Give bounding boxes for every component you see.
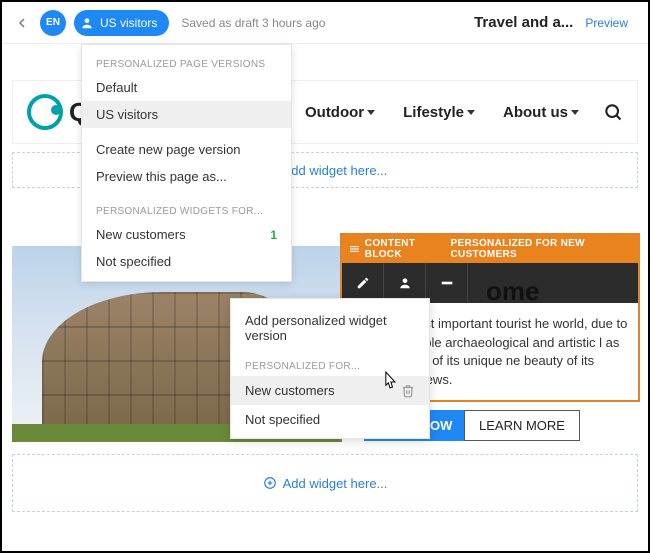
chevron-down-icon [467, 110, 475, 115]
audience-option[interactable]: Not specified [231, 405, 429, 434]
widget-badge: CONTENT BLOCK PERSONALIZED FOR NEW CUSTO… [342, 235, 638, 263]
page-title: Travel and a... [474, 14, 573, 31]
preview-page-as[interactable]: Preview this page as... [82, 163, 291, 190]
site-logo-icon [27, 94, 63, 130]
widget-audience-item[interactable]: Not specified [82, 248, 291, 275]
hamburger-icon [350, 244, 359, 254]
personalize-dropdown: Add personalized widget version PERSONAL… [230, 298, 430, 439]
add-widget-zone[interactable]: Add widget here... [12, 454, 638, 512]
chevron-down-icon [367, 110, 375, 115]
nav-link-aboutus[interactable]: About us [503, 104, 579, 121]
pencil-icon [356, 276, 370, 290]
nav-link-outdoor[interactable]: Outdoor [305, 104, 375, 121]
audience-selector[interactable]: US visitors [74, 10, 169, 36]
trash-icon[interactable] [401, 384, 415, 398]
audience-dropdown: PERSONALIZED PAGE VERSIONS Default US vi… [81, 44, 292, 282]
page-version-item[interactable]: Default [82, 74, 291, 101]
learn-more-button[interactable]: LEARN MORE [464, 410, 580, 441]
user-icon [398, 276, 412, 290]
preview-link[interactable]: Preview [585, 16, 628, 30]
search-icon[interactable] [603, 102, 623, 122]
audience-label: US visitors [100, 16, 157, 30]
more-button[interactable] [426, 263, 468, 303]
page-version-item[interactable]: US visitors [82, 101, 291, 128]
personalize-button[interactable] [384, 263, 426, 303]
edit-button[interactable] [342, 263, 384, 303]
dropdown-section-header: PERSONALIZED WIDGETS FOR... [82, 198, 291, 221]
back-chevron-icon[interactable] [12, 13, 32, 33]
create-page-version[interactable]: Create new page version [82, 136, 291, 163]
draft-status: Saved as draft 3 hours ago [181, 16, 325, 30]
editor-topbar: EN US visitors Saved as draft 3 hours ag… [2, 2, 648, 44]
language-badge[interactable]: EN [40, 10, 66, 36]
plus-circle-icon [263, 476, 277, 490]
nav-link-lifestyle[interactable]: Lifestyle [403, 104, 475, 121]
widget-audience-item[interactable]: New customers 1 [82, 221, 291, 248]
content-title: ome [486, 273, 628, 311]
chevron-down-icon [571, 110, 579, 115]
user-icon [80, 16, 94, 30]
dropdown-section-header: PERSONALIZED PAGE VERSIONS [82, 51, 291, 74]
add-widget-version[interactable]: Add personalized widget version [231, 303, 429, 353]
minus-icon [439, 281, 455, 285]
mouse-cursor-icon [380, 370, 400, 394]
